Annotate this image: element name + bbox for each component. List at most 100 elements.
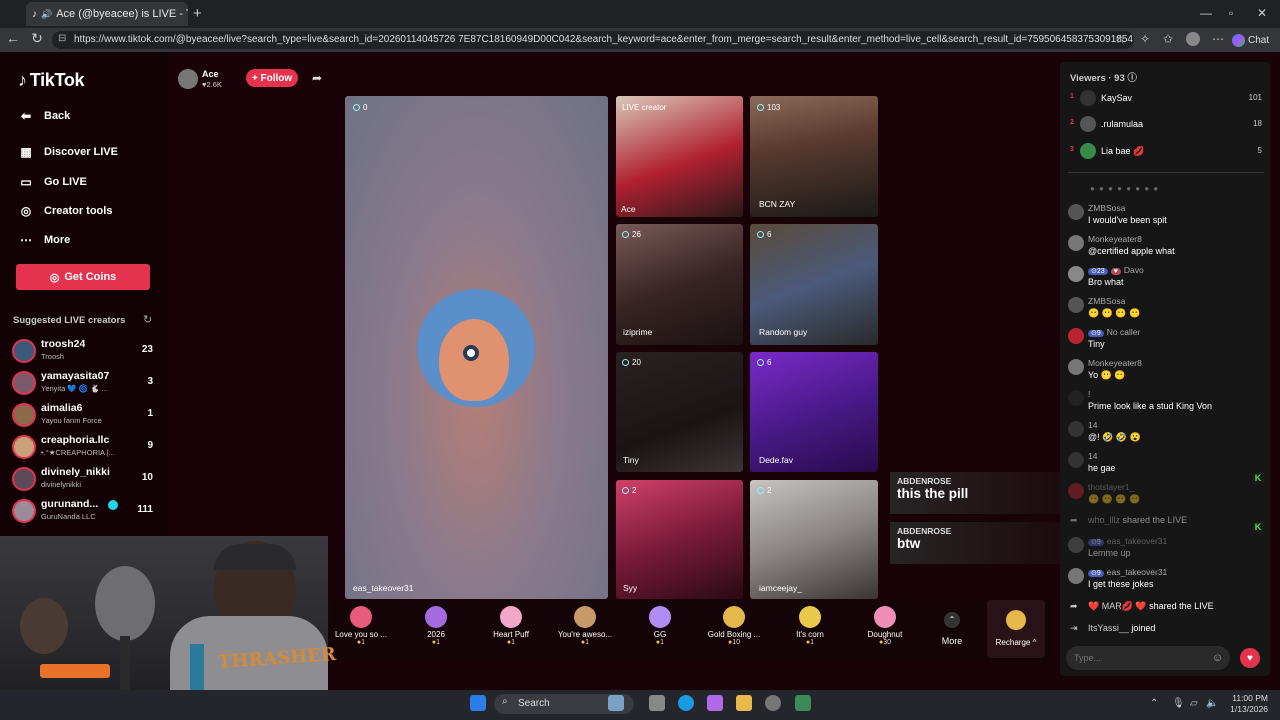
- verified-badge-icon: [108, 500, 118, 510]
- more-gifts-button[interactable]: ⌃ More: [938, 612, 966, 646]
- creator-item[interactable]: aimalia6 Yayou fanm Force 1: [12, 401, 157, 429]
- avatar: [12, 339, 36, 363]
- share-icon[interactable]: ➦: [312, 71, 322, 85]
- guest-video[interactable]: [616, 480, 743, 599]
- info-icon[interactable]: ⓘ: [1127, 73, 1137, 84]
- avatar: [1068, 421, 1084, 437]
- viewers-title[interactable]: Viewers · 93 ⓘ: [1070, 70, 1137, 84]
- gift-icon: [500, 606, 522, 628]
- extensions-icon[interactable]: ✧: [1140, 32, 1150, 46]
- tray-chevron-icon[interactable]: ⌃: [1150, 698, 1158, 709]
- coin-icon: ◎: [49, 271, 60, 284]
- menu-dots-icon[interactable]: ⋯: [1212, 32, 1224, 46]
- gift-item[interactable]: GG ●1: [622, 606, 698, 646]
- gift-item[interactable]: Heart Puff ●1: [473, 606, 549, 646]
- app-icon[interactable]: [795, 695, 811, 711]
- url-field[interactable]: https://www.tiktok.com/@byeacee/live?sea…: [52, 31, 1134, 49]
- site-info-icon[interactable]: ⊟: [58, 33, 66, 44]
- guest-label: iziprime: [623, 327, 653, 337]
- top-viewer[interactable]: 3 Lia bae 💋 5: [1068, 143, 1264, 161]
- avatar: [1068, 328, 1084, 344]
- top-viewer[interactable]: 1 KaySav 101: [1068, 90, 1264, 108]
- gift-item[interactable]: You're aweso... ●1: [547, 606, 623, 646]
- taskbar-clock[interactable]: 11:00 PM 1/13/2026: [1218, 693, 1268, 715]
- host-name[interactable]: Ace: [202, 69, 219, 79]
- nav-more[interactable]: ⋯ More: [18, 233, 70, 247]
- browser-tab[interactable]: ♪ 🔊 Ace (@byeacee) is LIVE - TikT ✕: [26, 2, 188, 26]
- get-coins-button[interactable]: ◎ Get Coins: [16, 264, 150, 290]
- windows-start-icon[interactable]: [470, 695, 486, 711]
- creator-item[interactable]: gurunand... GuruNanda LLC 111: [12, 497, 157, 525]
- back-icon[interactable]: ←: [3, 30, 23, 46]
- coin-icon: [1006, 610, 1026, 630]
- volume-icon[interactable]: 🔈: [1206, 698, 1218, 709]
- avatar: [1080, 143, 1096, 159]
- guest-video[interactable]: [750, 480, 878, 599]
- gift-item[interactable]: Doughnut ●30: [847, 606, 923, 646]
- gift-item[interactable]: 2026 ●1: [398, 606, 474, 646]
- favorite-star-icon[interactable]: ☆: [1115, 32, 1126, 46]
- live-creator-badge: LIVE creator: [622, 103, 667, 112]
- taskview-icon[interactable]: [608, 695, 624, 711]
- viewer-count: 0: [353, 103, 367, 112]
- heart-like-button[interactable]: ♥: [1240, 648, 1260, 668]
- gift-icon: [649, 606, 671, 628]
- top-viewer[interactable]: 2 .rulamulaa 18: [1068, 116, 1264, 134]
- emoji-icon[interactable]: ☺: [1212, 652, 1223, 664]
- chat-message: 14 he gae: [1068, 451, 1264, 479]
- file-explorer-icon[interactable]: [736, 695, 752, 711]
- app-icon[interactable]: [649, 695, 665, 711]
- chat-input[interactable]: [1066, 646, 1230, 670]
- scrolled-emoji-row: ● ● ● ● ● ● ● ●: [1090, 184, 1160, 193]
- chat-message: ZMBSosa 😶 😶 😶 😶: [1068, 296, 1264, 324]
- guest-video[interactable]: [616, 352, 743, 472]
- guest-label: Dede.fav: [759, 455, 794, 465]
- refresh-icon[interactable]: ↻: [143, 313, 152, 326]
- edge-icon[interactable]: [678, 695, 694, 711]
- guest-video[interactable]: [616, 96, 743, 217]
- microphone-icon[interactable]: 🎙: [1172, 698, 1185, 709]
- avatar: [1080, 90, 1096, 106]
- more-dots-icon: ⋯: [20, 233, 32, 247]
- network-icon[interactable]: ▱: [1190, 698, 1198, 709]
- settings-icon[interactable]: [765, 695, 781, 711]
- copilot-app-icon[interactable]: [707, 695, 723, 711]
- guest-video[interactable]: [750, 352, 878, 472]
- creator-item[interactable]: troosh24 Troosh 23: [12, 337, 157, 365]
- level-badge: ⊙9: [1088, 330, 1104, 337]
- tiktok-logo[interactable]: ♪ TikTok: [18, 70, 85, 91]
- favorites-icon[interactable]: ✩: [1163, 32, 1173, 46]
- gift-item[interactable]: It's corn ●1: [772, 606, 848, 646]
- nav-discover-live[interactable]: ▦ Discover LIVE: [18, 145, 118, 159]
- nav-creator-tools[interactable]: ◎ Creator tools: [18, 204, 113, 218]
- minimize-icon[interactable]: —: [1200, 6, 1212, 20]
- recharge-button[interactable]: Recharge ^: [987, 600, 1045, 658]
- divider: [1068, 172, 1264, 173]
- maximize-icon[interactable]: ▫: [1229, 6, 1233, 20]
- nav-go-live[interactable]: ▭ Go LIVE: [18, 175, 86, 189]
- viewer-count: 20: [622, 358, 641, 367]
- guest-label: eas_takeover31: [353, 583, 414, 593]
- follow-button[interactable]: + Follow: [246, 69, 298, 87]
- tiktok-favicon-icon: ♪: [32, 8, 37, 20]
- nav-back[interactable]: ⬅ Back: [18, 109, 70, 123]
- reload-icon[interactable]: ↻: [27, 30, 47, 47]
- close-window-icon[interactable]: ✕: [1257, 6, 1267, 20]
- gift-item[interactable]: Gold Boxing ... ●10: [696, 606, 772, 646]
- hood: [214, 544, 296, 570]
- creator-item[interactable]: yamayasita07 Yenyita 💙 🌀 🐇 ... 3: [12, 369, 157, 397]
- level-badge: ⊙9: [1088, 539, 1104, 546]
- creator-item[interactable]: divinely_nikki divinelynikki 10: [12, 465, 157, 493]
- viewer-count: 2: [622, 486, 636, 495]
- host-avatar[interactable]: [178, 69, 198, 89]
- copilot-chat-button[interactable]: Chat: [1232, 31, 1276, 49]
- gift-icon: [874, 606, 896, 628]
- creator-item[interactable]: creaphoria.llc •.°★CREAPHORIA |... 9: [12, 433, 157, 461]
- profile-icon[interactable]: [1186, 32, 1200, 46]
- avatar: [1068, 359, 1084, 375]
- share-icon: ➦: [1070, 601, 1078, 611]
- speaker-icon[interactable]: 🔊: [41, 9, 52, 20]
- new-tab-icon[interactable]: +: [193, 5, 202, 22]
- gift-item[interactable]: Love you so ... ●1: [323, 606, 399, 646]
- level-badge: ⊙23: [1088, 268, 1108, 275]
